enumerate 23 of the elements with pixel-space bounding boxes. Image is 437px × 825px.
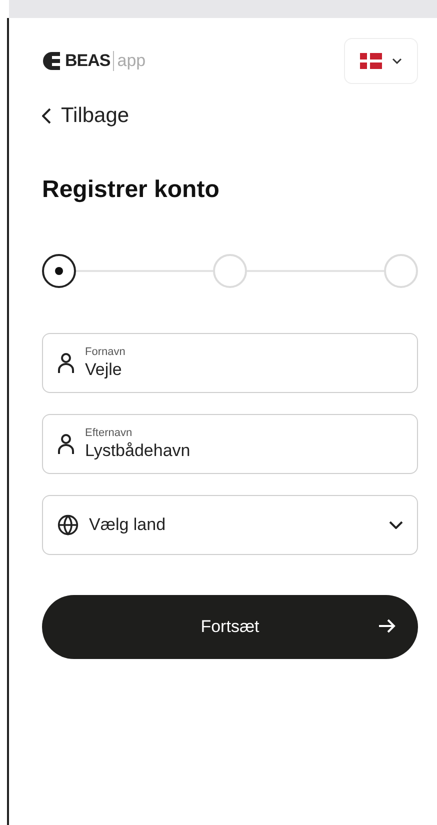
chevron-down-icon: [389, 521, 403, 529]
continue-button[interactable]: Fortsæt: [42, 595, 418, 659]
arrow-right-icon: [378, 617, 396, 635]
logo-icon: [42, 52, 62, 70]
person-icon: [57, 352, 75, 374]
logo-suffix: app: [113, 51, 146, 71]
field-value: Lystbådehavn: [85, 441, 192, 461]
language-button[interactable]: [344, 38, 418, 84]
country-select[interactable]: Vælg land: [42, 495, 418, 555]
back-link[interactable]: Tilbage: [42, 104, 130, 128]
flag-icon: [360, 53, 382, 69]
field-value: Vejle: [85, 360, 123, 380]
text-field[interactable]: Efternavn Lystbådehavn: [42, 414, 418, 474]
field-label: Fornavn: [85, 346, 126, 358]
globe-icon: [57, 514, 79, 536]
field-label: Efternavn: [85, 427, 134, 439]
select-placeholder: Vælg land: [89, 515, 167, 535]
person-icon: [57, 433, 75, 455]
chevron-down-icon: [392, 58, 402, 64]
chevron-left-icon: [42, 108, 51, 124]
page-title: Registrer konto: [42, 176, 220, 204]
logo-text: BEAS: [65, 51, 110, 71]
text-field[interactable]: Fornavn Vejle: [42, 333, 418, 393]
